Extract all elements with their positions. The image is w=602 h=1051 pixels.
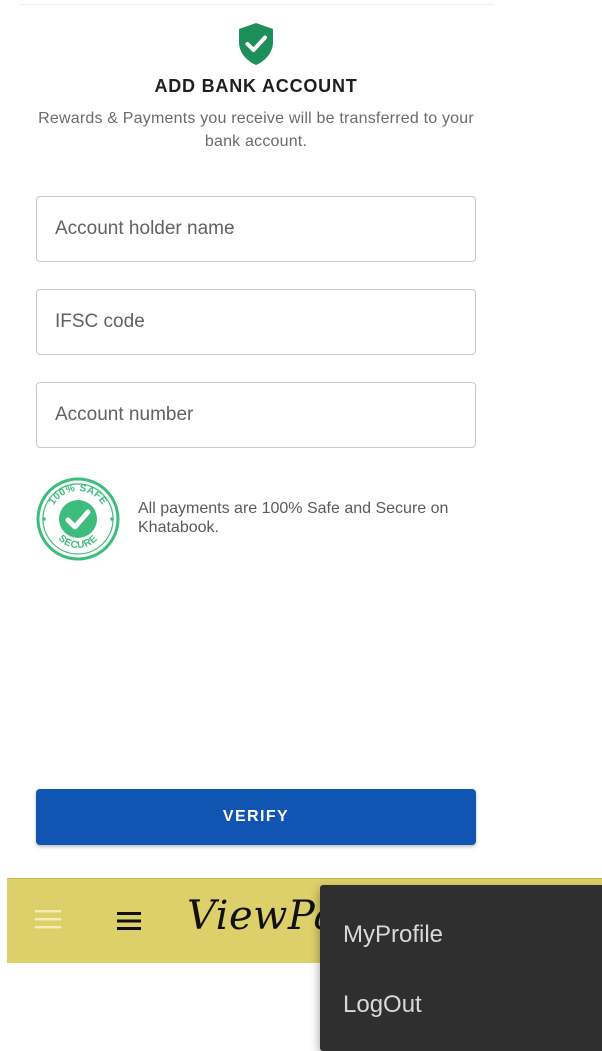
security-message: All payments are 100% Safe and Secure on… <box>138 500 449 536</box>
hamburger-menu-icon[interactable] <box>35 909 61 929</box>
verified-shield-icon <box>239 23 273 65</box>
menu-icon[interactable] <box>117 912 143 930</box>
ifsc-input[interactable] <box>37 290 475 354</box>
account-holder-field[interactable] <box>36 196 476 262</box>
overflow-menu: MyProfile LogOut <box>320 885 602 1051</box>
account-number-input[interactable] <box>37 383 475 447</box>
menu-item-my-profile[interactable]: MyProfile <box>343 921 443 949</box>
menu-item-logout[interactable]: LogOut <box>343 991 422 1019</box>
page-title: ADD BANK ACCOUNT <box>154 76 358 96</box>
verify-button[interactable]: VERIFY <box>36 789 476 845</box>
account-number-field[interactable] <box>36 382 476 448</box>
ifsc-field[interactable] <box>36 289 476 355</box>
safe-secure-badge-icon: 100% SAFE SECURE <box>36 477 120 561</box>
top-divider <box>20 4 494 5</box>
account-holder-input[interactable] <box>37 197 475 261</box>
page-subtitle: Rewards & Payments you receive will be t… <box>38 110 474 150</box>
